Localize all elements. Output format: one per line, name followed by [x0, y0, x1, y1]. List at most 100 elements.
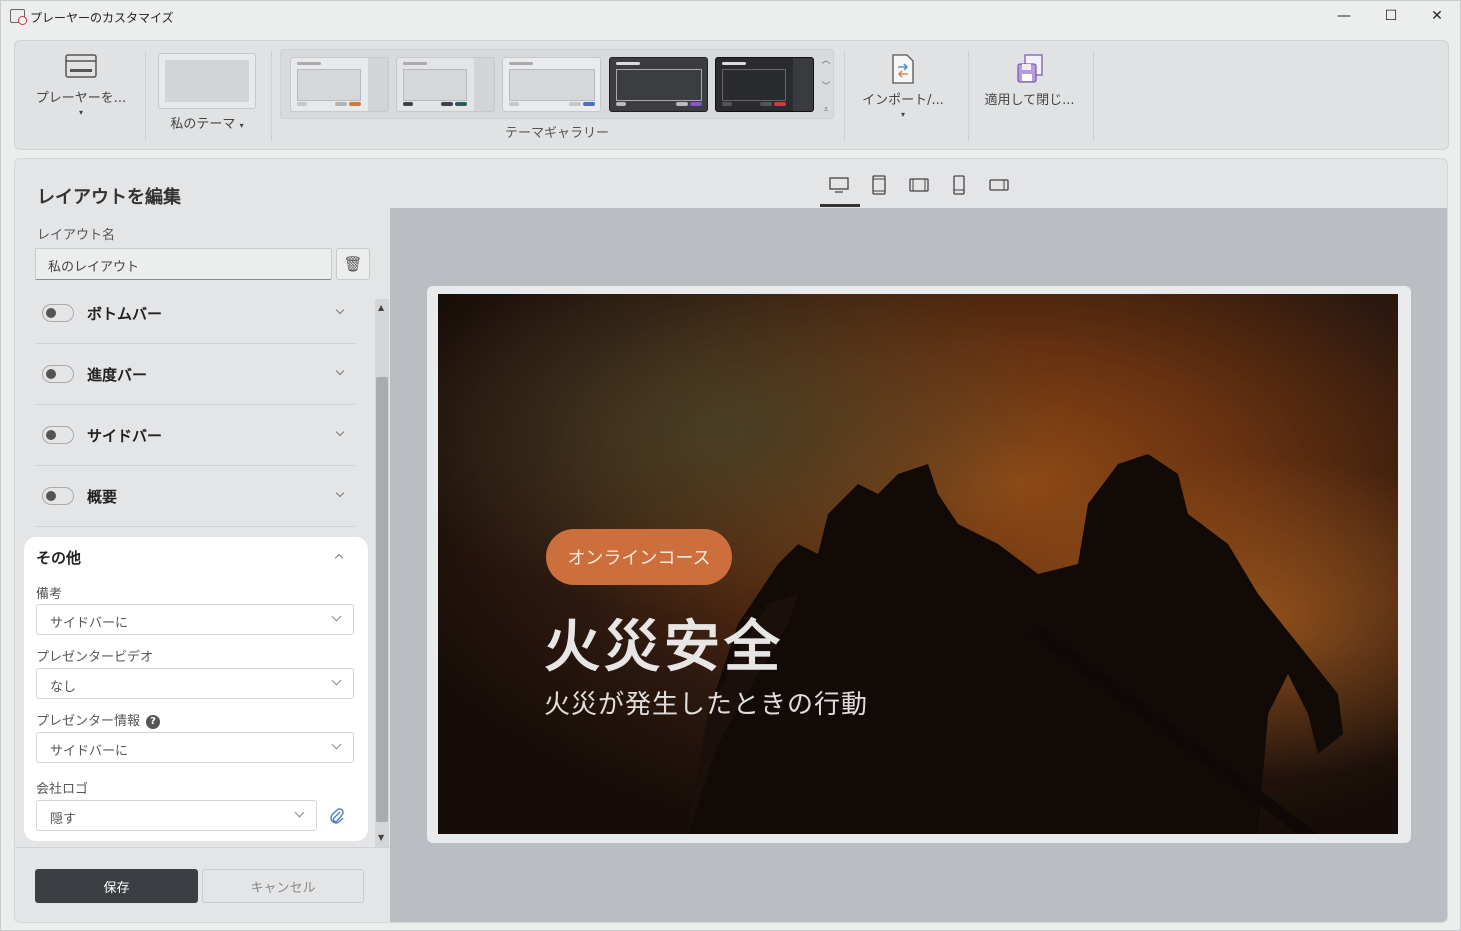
player-icon [65, 54, 97, 78]
chevron-down-icon [331, 611, 342, 622]
divider [1093, 51, 1094, 141]
active-device-indicator [820, 204, 860, 207]
scroll-down-arrow[interactable]: ▼ [378, 833, 384, 842]
theme-gallery: ︿ ﹀ ⩡ [280, 49, 834, 119]
ribbon-toolbar: プレーヤーを... ▾ 私のテーマ ▾ ︿ ﹀ ⩡ テーマギャラリー インポート… [14, 40, 1449, 150]
section-label: 概要 [87, 488, 118, 506]
section-other: その他 備考 サイドバーに プレゼンタービデオ なし プレゼンター情報? サイド… [24, 537, 368, 841]
company-logo-value: 隠す [50, 812, 77, 827]
presenter-info-select[interactable]: サイドバーに [36, 732, 354, 763]
chevron-down-icon [294, 807, 305, 818]
device-toolbar [390, 159, 1447, 208]
phone-landscape-view-button[interactable] [987, 173, 1011, 197]
presenter-video-label: プレゼンタービデオ [36, 650, 154, 665]
gallery-scroll[interactable]: ︿ ﹀ ⩡ [819, 53, 833, 115]
tablet-landscape-icon [909, 178, 929, 192]
help-icon[interactable]: ? [146, 715, 161, 729]
theme-thumbnail-2[interactable] [396, 57, 495, 112]
my-theme-button[interactable]: 私のテーマ ▾ [157, 53, 257, 132]
cancel-button[interactable]: キャンセル [202, 869, 364, 903]
player-layout-button[interactable]: プレーヤーを... ▾ [31, 53, 131, 117]
caret-down-icon: ▾ [900, 110, 905, 119]
slide-subtitle: 火災が発生したときの行動 [544, 690, 869, 720]
layout-name-input[interactable]: 私のレイアウト [35, 248, 332, 280]
toggle-switch[interactable] [42, 487, 74, 505]
slide-frame: オンラインコース 火災安全 火災が発生したときの行動 [427, 286, 1411, 843]
presenter-info-label-row: プレゼンター情報? [36, 710, 161, 729]
theme-thumbnail-1[interactable] [290, 57, 389, 112]
toggle-switch[interactable] [42, 426, 74, 444]
course-badge: オンラインコース [546, 529, 732, 585]
minimize-button[interactable]: — [1332, 5, 1356, 27]
trash-icon: 🗑 [343, 255, 363, 273]
apply-and-close-button[interactable]: 適用して閉じ... [977, 53, 1082, 108]
caret-down-icon: ▾ [78, 108, 83, 117]
scroll-down-icon[interactable]: ﹀ [821, 79, 830, 92]
close-button[interactable]: ✕ [1425, 5, 1449, 27]
section-overview[interactable]: 概要 [35, 466, 355, 527]
theme-gallery-label: テーマギャラリー [504, 126, 609, 141]
divider [15, 847, 391, 848]
section-bottom-bar[interactable]: ボトムバー [35, 283, 355, 344]
import-button[interactable]: インポート/... ▾ [853, 53, 953, 119]
phone-portrait-view-button[interactable] [947, 173, 971, 197]
layout-name-label: レイアウト名 [37, 228, 116, 243]
section-progress-bar[interactable]: 進度バー [35, 344, 355, 405]
section-sidebar[interactable]: サイドバー [35, 405, 355, 466]
theme-thumbnail-4[interactable] [609, 57, 708, 112]
scroll-up-icon[interactable]: ︿ [821, 53, 830, 66]
company-logo-select[interactable]: 隠す [36, 800, 317, 831]
window: プレーヤーのカスタマイズ — ☐ ✕ プレーヤーを... ▾ 私のテーマ ▾ ︿… [0, 0, 1461, 931]
chevron-down-icon [331, 739, 342, 750]
panel-scrollbar-thumb[interactable] [376, 377, 388, 822]
chevron-down-icon[interactable] [335, 366, 345, 376]
slide-preview: オンラインコース 火災安全 火災が発生したときの行動 [438, 294, 1398, 834]
scroll-up-arrow[interactable]: ▲ [378, 303, 384, 312]
section-other-title: その他 [36, 549, 82, 567]
notes-value: サイドバーに [50, 616, 129, 631]
desktop-view-button[interactable] [827, 173, 851, 197]
desktop-icon [829, 177, 849, 193]
phone-portrait-icon [953, 175, 965, 195]
toggle-switch[interactable] [42, 365, 74, 383]
title-bar: プレーヤーのカスタマイズ — ☐ ✕ [1, 1, 1461, 31]
delete-layout-button[interactable]: 🗑 [336, 248, 370, 280]
chevron-down-icon[interactable] [335, 427, 345, 437]
save-button[interactable]: 保存 [35, 869, 198, 903]
presenter-info-value: サイドバーに [50, 744, 129, 759]
my-theme-thumbnail [158, 53, 256, 109]
chevron-up-icon[interactable] [334, 553, 344, 563]
divider [145, 51, 146, 141]
save-apply-icon [1016, 54, 1043, 83]
slide-title: 火災安全 [544, 615, 784, 680]
toggle-switch[interactable] [42, 304, 74, 322]
window-title: プレーヤーのカスタマイズ [30, 11, 174, 25]
theme-thumbnail-3[interactable] [502, 57, 601, 112]
tablet-portrait-icon [872, 175, 886, 195]
company-logo-label: 会社ロゴ [36, 782, 89, 797]
notes-select[interactable]: サイドバーに [36, 604, 354, 635]
attach-logo-icon[interactable] [329, 807, 345, 829]
chevron-down-icon[interactable] [335, 305, 345, 315]
divider [968, 51, 969, 141]
theme-thumbnail-5[interactable] [715, 57, 814, 112]
player-layout-label: プレーヤーを... [35, 91, 127, 106]
tablet-portrait-view-button[interactable] [867, 173, 891, 197]
notes-label: 備考 [36, 587, 63, 602]
presenter-info-label: プレゼンター情報 [36, 714, 141, 729]
maximize-button[interactable]: ☐ [1379, 5, 1403, 27]
apply-close-label: 適用して閉じ... [984, 93, 1075, 108]
chevron-down-icon[interactable] [335, 488, 345, 498]
phone-landscape-icon [989, 179, 1009, 191]
expand-gallery-icon[interactable]: ⩡ [823, 105, 828, 115]
my-theme-label: 私のテーマ ▾ [170, 117, 244, 132]
tablet-landscape-view-button[interactable] [907, 173, 931, 197]
panel-title: レイアウトを編集 [37, 187, 181, 208]
presenter-video-select[interactable]: なし [36, 668, 354, 699]
divider [844, 51, 845, 141]
edit-layout-panel: レイアウトを編集 レイアウト名 私のレイアウト 🗑 ボトムバー 進度バー サイド… [14, 158, 391, 923]
preview-area: オンラインコース 火災安全 火災が発生したときの行動 [390, 158, 1448, 923]
presenter-video-value: なし [50, 680, 77, 695]
import-label: インポート/... [862, 93, 944, 108]
chevron-down-icon [331, 675, 342, 686]
